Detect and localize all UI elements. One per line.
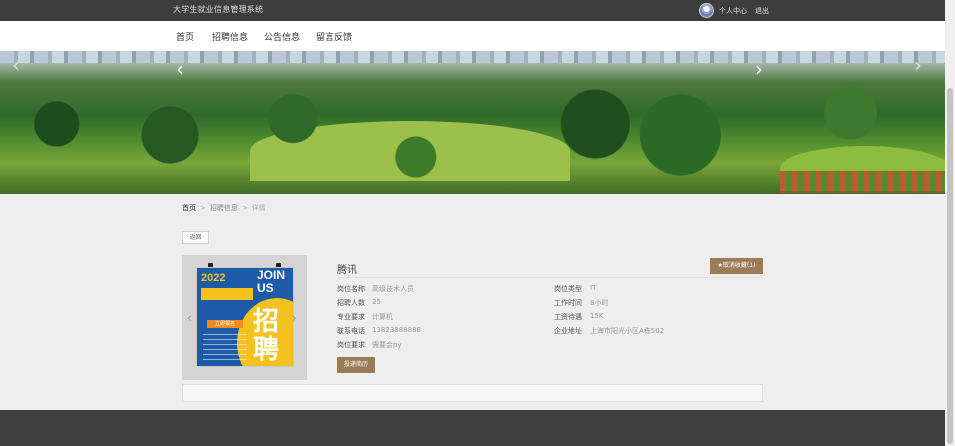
field-value-position: 高级技术人员 bbox=[372, 285, 414, 293]
back-button[interactable]: 返回 bbox=[182, 231, 209, 244]
poster-prev-icon[interactable]: ‹ bbox=[187, 311, 192, 325]
banner-next-icon[interactable]: › bbox=[755, 57, 763, 81]
banner-trees bbox=[0, 69, 945, 179]
logout-link[interactable]: 退出 bbox=[755, 6, 769, 16]
nav-item-feedback[interactable]: 留言反馈 bbox=[316, 30, 352, 43]
breadcrumb-separator: > bbox=[200, 204, 206, 212]
banner-skyline bbox=[0, 51, 945, 63]
company-name: 腾讯 bbox=[337, 265, 357, 276]
field-label-phone: 联系电话 bbox=[337, 327, 365, 335]
breadcrumb-home[interactable]: 首页 bbox=[182, 204, 196, 212]
poster-tag: 立即报名 bbox=[207, 320, 243, 328]
field-label-work-hours: 工作时间 bbox=[554, 299, 582, 307]
top-bar: 大学生就业信息管理系统 个人中心 退出 bbox=[0, 0, 945, 21]
banner-carousel: ‹ ‹ › › bbox=[0, 51, 945, 194]
main-nav: 首页 招聘信息 公告信息 留言反馈 bbox=[0, 21, 945, 51]
banner-edge-next-icon[interactable]: › bbox=[914, 53, 922, 77]
job-description-box bbox=[182, 384, 763, 402]
page-footer bbox=[0, 410, 945, 446]
field-value-major: 计算机 bbox=[372, 313, 393, 321]
banner-prev-icon[interactable]: ‹ bbox=[176, 57, 184, 81]
field-value-headcount: 25 bbox=[372, 298, 381, 306]
apply-resume-button[interactable]: 投递简历 bbox=[337, 357, 375, 373]
job-poster-image: 2022 JOIN US 立即报名 招聘 bbox=[182, 255, 307, 380]
site-title: 大学生就业信息管理系统 bbox=[173, 5, 264, 14]
breadcrumb-section[interactable]: 招聘信息 bbox=[210, 204, 238, 212]
nav-item-notices[interactable]: 公告信息 bbox=[264, 30, 300, 43]
field-label-requirement: 岗位要求 bbox=[337, 341, 365, 349]
field-value-requirement: 需要会py bbox=[372, 341, 402, 349]
field-label-major: 专业要求 bbox=[337, 313, 365, 321]
field-value-salary: 15K bbox=[590, 312, 604, 320]
breadcrumb-current: 详情 bbox=[251, 204, 266, 212]
poster-big-text: 招聘 bbox=[253, 307, 280, 365]
poster-year: 2022 bbox=[201, 272, 226, 284]
cancel-favorite-button[interactable]: ★取消收藏(1) bbox=[710, 258, 763, 274]
banner-edge-prev-icon[interactable]: ‹ bbox=[12, 53, 20, 77]
poster-artwork: 2022 JOIN US 立即报名 招聘 bbox=[196, 267, 294, 367]
user-avatar-icon[interactable] bbox=[699, 3, 714, 18]
poster-join-text: JOIN US bbox=[257, 268, 286, 295]
poster-text-lines bbox=[203, 334, 247, 364]
field-value-job-type: IT bbox=[590, 284, 597, 292]
breadcrumb-separator: > bbox=[241, 204, 248, 212]
breadcrumb: 首页 > 招聘信息 > 详情 bbox=[182, 203, 266, 213]
nav-item-home[interactable]: 首页 bbox=[176, 30, 194, 43]
poster-strip bbox=[201, 288, 253, 300]
field-label-position: 岗位名称 bbox=[337, 285, 365, 293]
field-label-job-type: 岗位类型 bbox=[554, 285, 582, 293]
field-label-salary: 工资待遇 bbox=[554, 313, 582, 321]
detail-divider bbox=[337, 277, 763, 278]
scrollbar-thumb[interactable] bbox=[947, 88, 953, 444]
user-center-link[interactable]: 个人中心 bbox=[719, 6, 747, 16]
poster-next-icon[interactable]: › bbox=[292, 311, 297, 325]
field-value-work-hours: 8小时 bbox=[590, 299, 609, 307]
field-value-phone: 13823888888 bbox=[372, 326, 421, 334]
field-label-address: 企业地址 bbox=[554, 327, 582, 335]
field-value-address: 上海市阳光小区A栋502 bbox=[590, 327, 665, 335]
field-label-headcount: 招聘人数 bbox=[337, 299, 365, 307]
banner-flowers bbox=[780, 171, 945, 193]
nav-item-jobs[interactable]: 招聘信息 bbox=[212, 30, 248, 43]
